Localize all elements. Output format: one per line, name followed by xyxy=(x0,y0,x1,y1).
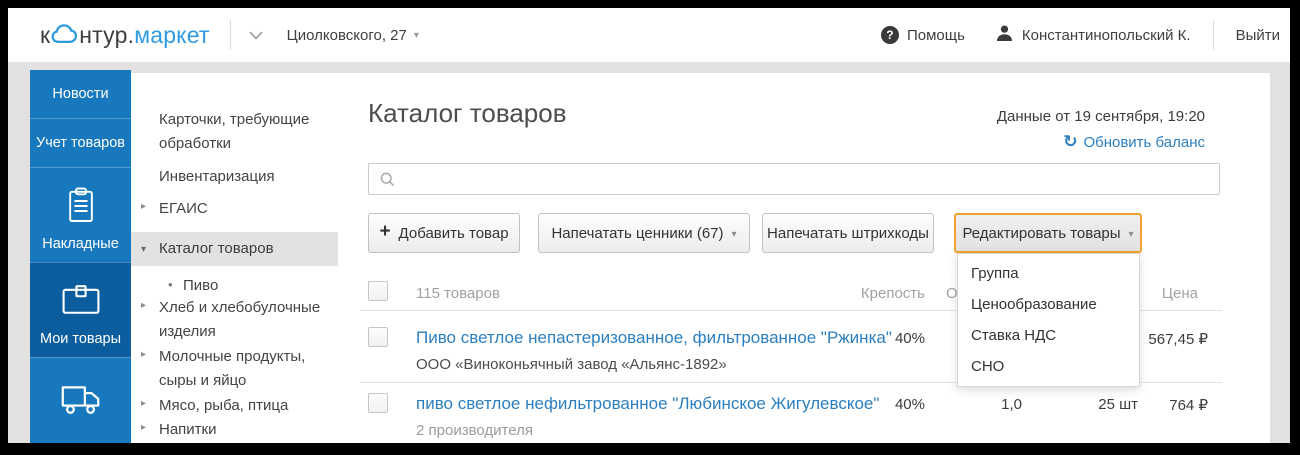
menu-item-drinks[interactable]: Напитки xyxy=(159,418,217,442)
menu-item-dairy[interactable]: Молочные продукты, сыры и яйцо xyxy=(159,345,329,393)
user-icon xyxy=(995,24,1014,47)
refresh-balance-link[interactable]: ↻ Обновить баланс xyxy=(1063,132,1205,152)
sidebar-item-stock-accounting[interactable]: Учет товаров xyxy=(30,118,131,167)
row-checkbox[interactable] xyxy=(368,393,388,413)
truck-icon xyxy=(58,373,104,429)
app-window: к нтур. маркет Циолковского, 27 ▾ ? Помощь… xyxy=(8,8,1290,443)
column-header-strength: Крепость xyxy=(860,285,925,302)
print-barcodes-button[interactable]: Напечатать штрихкоды xyxy=(762,213,934,253)
arrow-right-icon: ▸ xyxy=(141,422,147,433)
sidebar-item-label: Накладные xyxy=(42,236,119,252)
cell-strength: 40% xyxy=(894,396,925,413)
sidebar-item-label: Мои товары xyxy=(39,331,122,347)
plus-icon: + xyxy=(379,221,391,242)
print-barcodes-label: Напечатать штрихкоды xyxy=(767,224,929,242)
logo-text-prefix: к xyxy=(40,21,51,48)
menu-item-bread[interactable]: Хлеб и хлебобулочные изделия xyxy=(159,296,329,344)
topbar-divider xyxy=(229,20,231,50)
menu-item-egais[interactable]: ЕГАИС xyxy=(159,197,208,221)
help-label: Помощь xyxy=(906,26,965,44)
sidebar-item-label: Учет товаров xyxy=(36,135,125,151)
menu-item-meat-fish[interactable]: Мясо, рыба, птица xyxy=(159,394,288,418)
edit-products-dropdown: Группа Ценообразование Ставка НДС СНО xyxy=(957,253,1140,387)
cell-price: 567,45 ₽ xyxy=(1148,331,1208,348)
menu-item-beer[interactable]: Пиво xyxy=(183,274,218,298)
clipboard-icon xyxy=(61,186,101,236)
dropdown-item-sno[interactable]: СНО xyxy=(958,351,1139,382)
menu-item-cards-to-process[interactable]: Карточки, требующие обработки xyxy=(159,108,329,156)
topbar-divider xyxy=(1212,20,1214,50)
edit-products-label: Редактировать товары xyxy=(962,224,1121,242)
arrow-right-icon: ▸ xyxy=(141,398,147,409)
package-icon xyxy=(59,277,103,331)
product-link[interactable]: пиво светлое нефильтрованное "Любинское … xyxy=(416,394,879,414)
question-mark-icon: ? xyxy=(880,26,899,44)
product-manufacturer: ООО «Виноконьячный завод «Альянс-1892» xyxy=(416,356,727,373)
top-bar: к нтур. маркет Циолковского, 27 ▾ ? Помощь… xyxy=(8,8,1290,62)
logo-product-name: маркет xyxy=(134,21,210,48)
column-header-price: Цена xyxy=(1161,285,1198,302)
print-price-tags-label: Напечатать ценники (67) xyxy=(551,224,724,242)
sidebar-item-deliveries[interactable] xyxy=(30,357,131,443)
page-title: Каталог товаров xyxy=(368,98,567,128)
store-location-label: Циолковского, 27 xyxy=(286,26,407,44)
products-count: 115 товаров xyxy=(416,285,500,302)
search-input[interactable] xyxy=(403,167,1207,193)
edit-products-button[interactable]: Редактировать товары ▾ xyxy=(954,213,1142,253)
product-link[interactable]: Пиво светлое непастеризованное, фильтров… xyxy=(416,328,892,348)
add-product-button[interactable]: + Добавить товар xyxy=(368,213,520,253)
select-all-checkbox[interactable] xyxy=(368,281,388,301)
data-updated-label: Данные от 19 сентября, 19:20 xyxy=(996,108,1205,125)
add-product-label: Добавить товар xyxy=(398,224,509,242)
logo-text-suffix: нтур. xyxy=(79,21,135,48)
chevron-down-icon[interactable] xyxy=(249,30,263,40)
row-checkbox[interactable] xyxy=(368,327,388,347)
user-menu[interactable]: Константинопольский К. xyxy=(995,24,1191,47)
sidebar-item-my-goods[interactable]: Мои товары xyxy=(30,262,131,357)
cloud-icon xyxy=(50,19,79,51)
refresh-balance-label: Обновить баланс xyxy=(1083,133,1205,151)
arrow-down-icon: ▾ xyxy=(141,244,147,255)
cell-strength: 40% xyxy=(894,330,925,347)
topbar-right-group: ? Помощь Константинопольский К. Выйти xyxy=(880,8,1280,62)
dropdown-item-group[interactable]: Группа xyxy=(958,258,1139,289)
bullet-icon: • xyxy=(168,277,173,292)
dropdown-item-pricing[interactable]: Ценообразование xyxy=(958,289,1139,320)
arrow-right-icon: ▸ xyxy=(141,349,147,360)
primary-sidebar: Новости Учет товаров Накладные Мои товар… xyxy=(30,70,131,443)
logout-button[interactable]: Выйти xyxy=(1236,27,1280,44)
caret-down-icon: ▾ xyxy=(413,29,419,41)
sidebar-item-invoices[interactable]: Накладные xyxy=(30,167,131,262)
help-button[interactable]: ? Помощь xyxy=(880,26,965,44)
arrow-right-icon: ▸ xyxy=(141,201,147,212)
user-name: Константинопольский К. xyxy=(1021,26,1191,44)
sidebar-item-label: Новости xyxy=(52,86,109,102)
arrow-right-icon: ▸ xyxy=(141,300,147,311)
menu-item-inventory[interactable]: Инвентаризация xyxy=(159,165,275,189)
product-manufacturer: 2 производителя xyxy=(416,422,533,439)
print-price-tags-button[interactable]: Напечатать ценники (67) ▾ xyxy=(538,213,750,253)
search-icon xyxy=(380,172,395,187)
menu-item-label: Каталог товаров xyxy=(159,240,274,257)
cell-stock: 25 шт xyxy=(1098,396,1138,413)
refresh-icon: ↻ xyxy=(1063,132,1078,151)
app-logo[interactable]: к нтур. маркет xyxy=(40,19,210,51)
cell-volume: 1,0 xyxy=(1001,396,1022,413)
dropdown-item-vat-rate[interactable]: Ставка НДС xyxy=(958,320,1139,351)
store-location-selector[interactable]: Циолковского, 27 ▾ xyxy=(287,27,419,44)
sidebar-item-news[interactable]: Новости xyxy=(30,70,131,118)
cell-price: 764 ₽ xyxy=(1169,397,1208,414)
caret-down-icon: ▾ xyxy=(1128,228,1134,240)
menu-item-catalog-selected[interactable]: ▾ Каталог товаров xyxy=(131,232,338,266)
caret-down-icon: ▾ xyxy=(731,228,737,240)
search-box xyxy=(368,163,1220,195)
